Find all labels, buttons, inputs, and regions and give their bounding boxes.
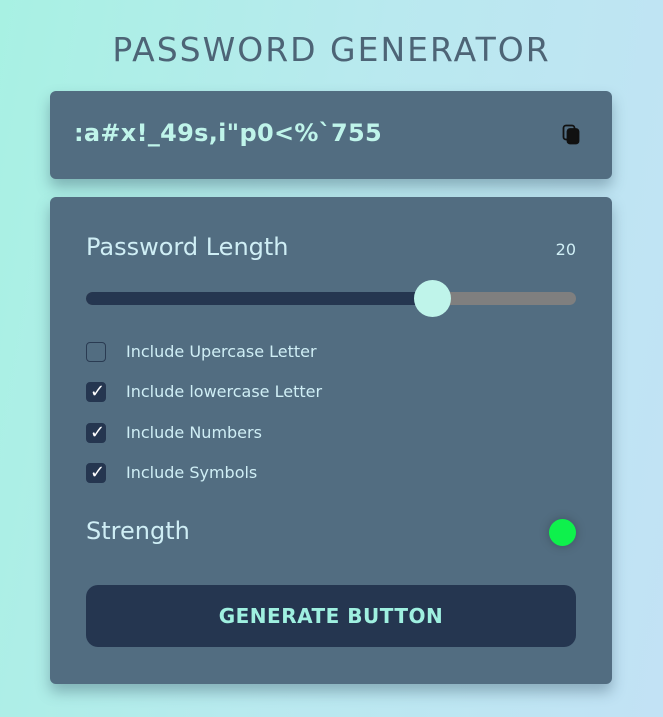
strength-label: Strength xyxy=(86,517,190,545)
length-slider[interactable] xyxy=(86,280,576,317)
password-display: :a#x!_49s,i"p0<%`755 xyxy=(50,91,612,179)
generate-button[interactable]: GENERATE BUTTON xyxy=(86,585,576,647)
uppercase-label: Include Upercase Letter xyxy=(126,342,317,361)
page-title: PASSWORD GENERATOR xyxy=(112,30,551,69)
checkmark-icon: ✓ xyxy=(90,381,106,402)
symbols-label: Include Symbols xyxy=(126,463,258,482)
password-length-label: Password Length xyxy=(86,233,289,261)
numbers-label: Include Numbers xyxy=(126,423,262,442)
settings-panel: Password Length 20 Include Upercase Lett… xyxy=(50,197,612,684)
checkmark-icon: ✓ xyxy=(90,462,106,483)
strength-indicator xyxy=(549,519,576,546)
checkmark-icon: ✓ xyxy=(90,422,106,443)
uppercase-checkbox[interactable] xyxy=(86,342,106,362)
numbers-checkbox[interactable]: ✓ xyxy=(86,422,106,443)
lowercase-label: Include lowercase Letter xyxy=(126,382,323,401)
password-output: :a#x!_49s,i"p0<%`755 xyxy=(74,119,382,147)
lowercase-checkbox[interactable]: ✓ xyxy=(86,381,106,402)
symbols-checkbox[interactable]: ✓ xyxy=(86,462,106,483)
length-slider-thumb[interactable] xyxy=(414,280,452,317)
password-length-value: 20 xyxy=(555,240,576,259)
copy-icon[interactable] xyxy=(562,124,582,146)
length-slider-fill xyxy=(86,292,433,305)
